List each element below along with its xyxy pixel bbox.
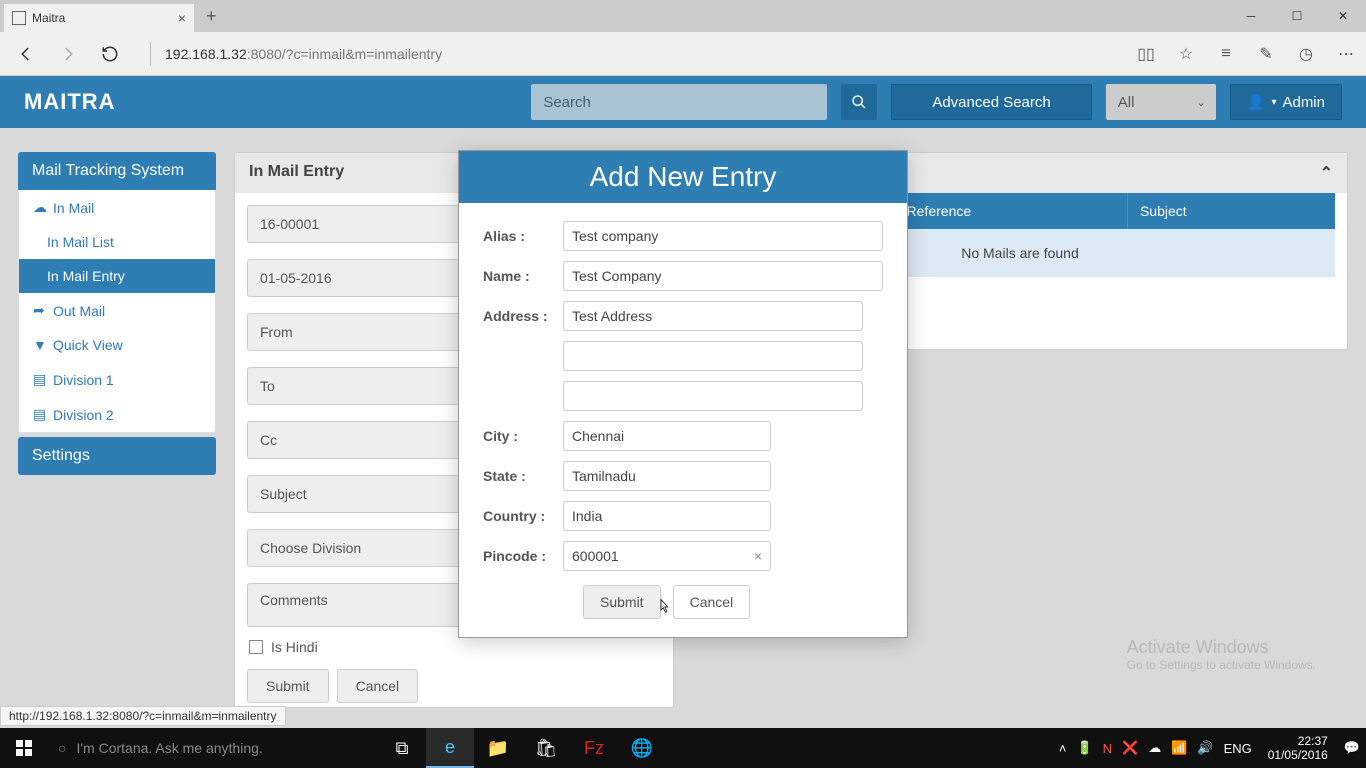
nav-back-button[interactable] [10, 38, 42, 70]
more-icon[interactable]: ⋯ [1336, 44, 1356, 64]
task-view-icon[interactable]: ⧉ [378, 728, 426, 768]
window-close[interactable]: ✕ [1320, 0, 1366, 32]
user-icon: 👤 [1247, 93, 1266, 111]
cortana-icon: ○ [58, 740, 66, 756]
nav-refresh-button[interactable] [94, 38, 126, 70]
main-content: Mail Tracking System ☁ In Mail In Mail L… [0, 128, 1366, 732]
start-button[interactable] [0, 728, 48, 768]
clear-icon[interactable]: × [754, 548, 762, 564]
city-label: City : [483, 428, 563, 444]
browser-nav-bar: 192.168.1.32:8080/?c=inmail&m=inmailentr… [0, 32, 1366, 76]
advanced-search-button[interactable]: Advanced Search [891, 84, 1091, 120]
tab-title: Maitra [32, 11, 65, 25]
tray-onedrive-icon[interactable]: ☁ [1148, 740, 1161, 756]
explorer-icon[interactable]: 📁 [474, 728, 522, 768]
cortana-search[interactable]: ○ I'm Cortana. Ask me anything. [48, 728, 378, 768]
search-button[interactable] [841, 84, 877, 120]
filter-dropdown[interactable]: All ⌄ [1106, 84, 1216, 120]
brand-logo[interactable]: MAITRA [24, 89, 116, 115]
address-input-1[interactable]: Test Address [563, 301, 863, 331]
modal-submit-button[interactable]: Submit [583, 585, 661, 619]
alias-input[interactable]: Test company [563, 221, 883, 251]
admin-menu[interactable]: 👤 ▾ Admin [1230, 84, 1342, 120]
state-input[interactable]: Tamilnadu [563, 461, 771, 491]
country-input[interactable]: India [563, 501, 771, 531]
chrome-icon[interactable]: 🌐 [618, 728, 666, 768]
tray-network-icon[interactable]: 📶 [1171, 740, 1187, 756]
status-bar-link: http://192.168.1.32:8080/?c=inmail&m=inm… [0, 706, 286, 726]
tray-battery-icon[interactable]: 🔋 [1076, 740, 1092, 756]
modal-body: Alias : Test company Name : Test Company… [459, 203, 907, 637]
system-tray: ˄ 🔋 N ❌ ☁ 📶 🔊 ENG 22:37 01/05/2016 💬 [1059, 728, 1366, 768]
tray-app-icon[interactable]: N [1103, 741, 1112, 756]
taskbar-apps: ⧉ e 📁 🛍 Fz 🌐 [378, 728, 666, 768]
name-label: Name : [483, 268, 563, 284]
caret-down-icon: ▾ [1271, 97, 1276, 108]
filezilla-icon[interactable]: Fz [570, 728, 618, 768]
tab-close-icon[interactable]: × [178, 10, 186, 26]
hub-icon[interactable]: ≡ [1216, 44, 1236, 64]
pincode-input[interactable]: 600001 × [563, 541, 771, 571]
browser-tab[interactable]: Maitra × [4, 4, 194, 32]
app-header: MAITRA Advanced Search All ⌄ 👤 ▾ Admin [0, 76, 1366, 128]
tray-lang[interactable]: ENG [1224, 741, 1252, 756]
header-controls: Advanced Search All ⌄ 👤 ▾ Admin [531, 84, 1342, 120]
modal-title: Add New Entry [459, 151, 907, 203]
tray-up-icon[interactable]: ˄ [1059, 741, 1067, 756]
pincode-label: Pincode : [483, 548, 563, 564]
new-tab-button[interactable]: + [206, 6, 217, 27]
modal-buttons: Submit Cancel [583, 585, 883, 619]
state-label: State : [483, 468, 563, 484]
taskbar-left: ○ I'm Cortana. Ask me anything. ⧉ e 📁 🛍 … [0, 728, 666, 768]
nav-forward-button[interactable] [52, 38, 84, 70]
address-input-3[interactable] [563, 381, 863, 411]
favorites-icon[interactable]: ☆ [1176, 44, 1196, 64]
nav-right-icons: ▯▯ ☆ ≡ ✎ ◷ ⋯ [1136, 44, 1356, 64]
city-input[interactable]: Chennai [563, 421, 771, 451]
alias-label: Alias : [483, 228, 563, 244]
browser-title-bar: Maitra × + ─ ☐ ✕ [0, 0, 1366, 32]
windows-watermark: Activate Windows Go to Settings to activ… [1127, 637, 1316, 672]
edge-icon[interactable]: e [426, 728, 474, 768]
address-input-2[interactable] [563, 341, 863, 371]
taskbar: ○ I'm Cortana. Ask me anything. ⧉ e 📁 🛍 … [0, 728, 1366, 768]
window-maximize[interactable]: ☐ [1274, 0, 1320, 32]
store-icon[interactable]: 🛍 [522, 728, 570, 768]
modal-cancel-button[interactable]: Cancel [673, 585, 751, 619]
window-minimize[interactable]: ─ [1228, 0, 1274, 32]
name-input[interactable]: Test Company [563, 261, 883, 291]
search-input[interactable] [531, 84, 827, 120]
reading-view-icon[interactable]: ▯▯ [1136, 44, 1156, 64]
url-separator [150, 42, 151, 66]
tab-favicon [12, 11, 26, 25]
tray-app-icon[interactable]: ❌ [1122, 740, 1138, 756]
tray-notifications-icon[interactable]: 💬 [1344, 740, 1360, 756]
add-entry-modal: Add New Entry Alias : Test company Name … [458, 150, 908, 638]
tray-clock[interactable]: 22:37 01/05/2016 [1262, 734, 1334, 763]
share-icon[interactable]: ◷ [1296, 44, 1316, 64]
chevron-down-icon: ⌄ [1197, 96, 1206, 109]
address-label: Address : [483, 308, 563, 324]
window-controls: ─ ☐ ✕ [1228, 0, 1366, 32]
country-label: Country : [483, 508, 563, 524]
address-bar[interactable]: 192.168.1.32:8080/?c=inmail&m=inmailentr… [165, 46, 442, 62]
tray-volume-icon[interactable]: 🔊 [1197, 740, 1213, 756]
web-note-icon[interactable]: ✎ [1256, 44, 1276, 64]
